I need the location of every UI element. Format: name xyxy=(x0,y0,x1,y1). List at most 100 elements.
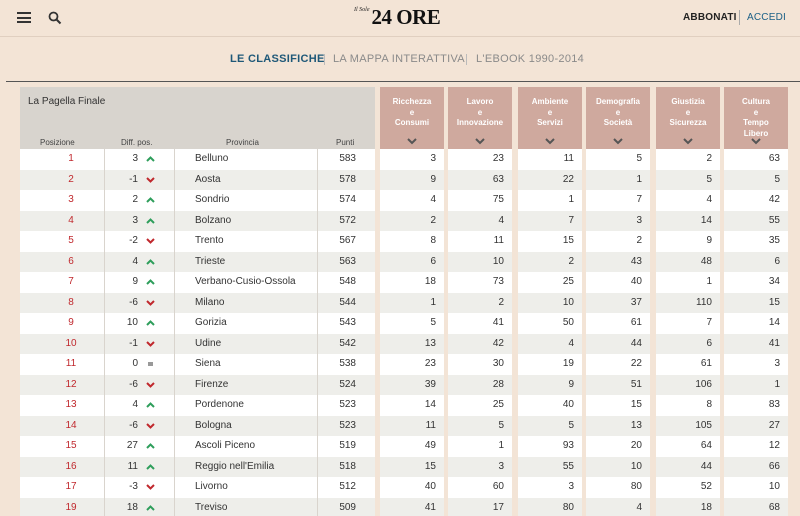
score-cell: 55 xyxy=(562,460,574,472)
score-cell: 4 xyxy=(706,194,712,205)
category-label-line: Sicurezza xyxy=(669,118,707,127)
score-cell: 2 xyxy=(706,153,712,164)
score-cell: 93 xyxy=(562,440,574,451)
score-cell: 55 xyxy=(768,214,780,226)
score-cell: 68 xyxy=(768,501,780,513)
column-divider xyxy=(317,149,318,516)
trend-down-icon xyxy=(146,381,155,388)
table-row[interactable]: 19 18 Treviso 509 41 17 80 4 18 68 xyxy=(20,497,788,516)
trend-up-icon xyxy=(146,279,155,285)
score-cell: 10 xyxy=(768,481,780,492)
score-cell: 44 xyxy=(700,460,712,472)
score-cell: 61 xyxy=(630,317,642,328)
score-cell: 1 xyxy=(774,378,780,390)
table-row[interactable]: 11 0 Siena 538 23 30 19 22 61 3 xyxy=(20,354,788,375)
table-row[interactable]: 12 -6 Firenze 524 39 28 9 51 106 1 xyxy=(20,374,788,395)
category-label-line: e xyxy=(477,107,483,117)
score-cell: 2 xyxy=(636,235,642,246)
score-cell: 39 xyxy=(424,378,436,390)
column-header-province[interactable]: Provincia xyxy=(226,138,259,147)
position-cell: 12 xyxy=(65,378,77,390)
score-cell: 13 xyxy=(630,419,642,431)
diff-cell: 11 xyxy=(127,460,138,472)
points-cell: 519 xyxy=(339,440,356,451)
trend-up-icon xyxy=(146,443,155,449)
score-cell: 22 xyxy=(630,358,642,369)
table-row[interactable]: 4 3 Bolzano 572 2 4 7 3 14 55 xyxy=(20,210,788,231)
position-cell: 4 xyxy=(68,214,74,226)
logo[interactable]: Il Sole 24 ORE xyxy=(354,4,441,28)
category-label-line: e xyxy=(547,107,553,117)
table-row[interactable]: 9 10 Gorizia 543 5 41 50 61 7 14 xyxy=(20,313,788,334)
menu-icon[interactable] xyxy=(17,12,31,23)
diff-cell: 4 xyxy=(132,399,138,410)
score-cell: 15 xyxy=(562,235,574,246)
table-row[interactable]: 13 4 Pordenone 523 14 25 40 15 8 83 xyxy=(20,395,788,416)
column-header-position[interactable]: Posizione xyxy=(40,138,75,147)
trend-up-icon xyxy=(146,320,155,326)
table-row[interactable]: 16 11 Reggio nell'Emilia 518 15 3 55 10 44 66 xyxy=(20,456,788,477)
category-label-line: Società xyxy=(603,118,633,127)
score-cell: 8 xyxy=(430,235,436,246)
position-cell: 8 xyxy=(68,296,74,308)
score-cell: 80 xyxy=(562,501,574,513)
search-icon[interactable] xyxy=(48,11,62,25)
trend-up-icon xyxy=(146,504,155,511)
table-row[interactable]: 14 -6 Bologna 523 11 5 5 13 105 27 xyxy=(20,415,788,436)
header-divider-line xyxy=(0,36,800,37)
category-header-4[interactable]: Demografia e Società xyxy=(586,87,650,149)
category-label-line: Servizi xyxy=(537,118,563,127)
nav-tab-ebook[interactable]: L'EBOOK 1990-2014 xyxy=(476,53,584,65)
chevron-down-icon xyxy=(751,138,761,145)
position-cell: 2 xyxy=(68,173,74,185)
score-cell: 83 xyxy=(768,399,780,410)
nav-separator xyxy=(466,54,467,65)
position-cell: 11 xyxy=(65,358,77,369)
position-cell: 15 xyxy=(65,440,77,451)
top-bar: Il Sole 24 ORE ABBONATI ACCEDI xyxy=(0,0,800,36)
table-row[interactable]: 6 4 Trieste 563 6 10 2 43 48 6 xyxy=(20,251,788,272)
category-header-3[interactable]: Ambiente e Servizi xyxy=(518,87,582,149)
table-row[interactable]: 1 3 Belluno 583 3 23 11 5 2 63 xyxy=(20,149,788,170)
score-cell: 37 xyxy=(630,296,642,308)
table-row[interactable]: 5 -2 Trento 567 8 11 15 2 9 35 xyxy=(20,231,788,252)
nav-tab-mappa[interactable]: LA MAPPA INTERATTIVA xyxy=(333,53,465,65)
category-header-1[interactable]: Ricchezza e Consumi xyxy=(380,87,444,149)
score-cell: 61 xyxy=(700,358,712,369)
score-cell: 14 xyxy=(768,317,780,328)
score-cell: 3 xyxy=(636,214,642,226)
trend-down-icon xyxy=(146,299,155,306)
table-row[interactable]: 8 -6 Milano 544 1 2 10 37 110 15 xyxy=(20,292,788,313)
table-row[interactable]: 17 -3 Livorno 512 40 60 3 80 52 10 xyxy=(20,477,788,498)
nav-tab-classifiche[interactable]: LE CLASSIFICHE xyxy=(230,53,325,65)
score-cell: 40 xyxy=(424,481,436,492)
category-label: Ambiente e Servizi xyxy=(518,97,582,129)
table-row[interactable]: 10 -1 Udine 542 13 42 4 44 6 41 xyxy=(20,333,788,354)
score-cell: 27 xyxy=(768,419,780,431)
score-cell: 20 xyxy=(630,440,642,451)
category-header-2[interactable]: Lavoro e Innovazione xyxy=(448,87,512,149)
score-cell: 63 xyxy=(492,173,504,185)
score-cell: 23 xyxy=(492,153,504,164)
category-header-5[interactable]: Giustizia e Sicurezza xyxy=(656,87,720,149)
table-row[interactable]: 2 -1 Aosta 578 9 63 22 1 5 5 xyxy=(20,169,788,190)
table-row[interactable]: 3 2 Sondrio 574 4 75 1 7 4 42 xyxy=(20,190,788,211)
diff-cell: 9 xyxy=(132,276,138,287)
column-header-points[interactable]: Punti xyxy=(336,138,354,147)
category-header-6[interactable]: Cultura e Tempo Libero xyxy=(724,87,788,149)
table-row[interactable]: 7 9 Verbano-Cusio-Ossola 548 18 73 25 40 1 34 xyxy=(20,272,788,293)
logo-small-text: Il Sole xyxy=(354,7,370,13)
score-cell: 2 xyxy=(568,255,574,267)
score-cell: 105 xyxy=(695,419,712,431)
column-header-diff[interactable]: Diff. pos. xyxy=(121,138,152,147)
score-cell: 12 xyxy=(768,440,780,451)
position-cell: 16 xyxy=(65,460,77,472)
score-cell: 44 xyxy=(630,337,642,349)
score-cell: 34 xyxy=(768,276,780,287)
table-header-left: La Pagella Finale Posizione Diff. pos. P… xyxy=(20,87,375,149)
table-row[interactable]: 15 27 Ascoli Piceno 519 49 1 93 20 64 12 xyxy=(20,436,788,457)
trend-up-icon xyxy=(146,197,155,203)
position-cell: 19 xyxy=(65,501,77,513)
subscribe-link[interactable]: ABBONATI xyxy=(683,12,737,23)
login-link[interactable]: ACCEDI xyxy=(747,12,786,23)
